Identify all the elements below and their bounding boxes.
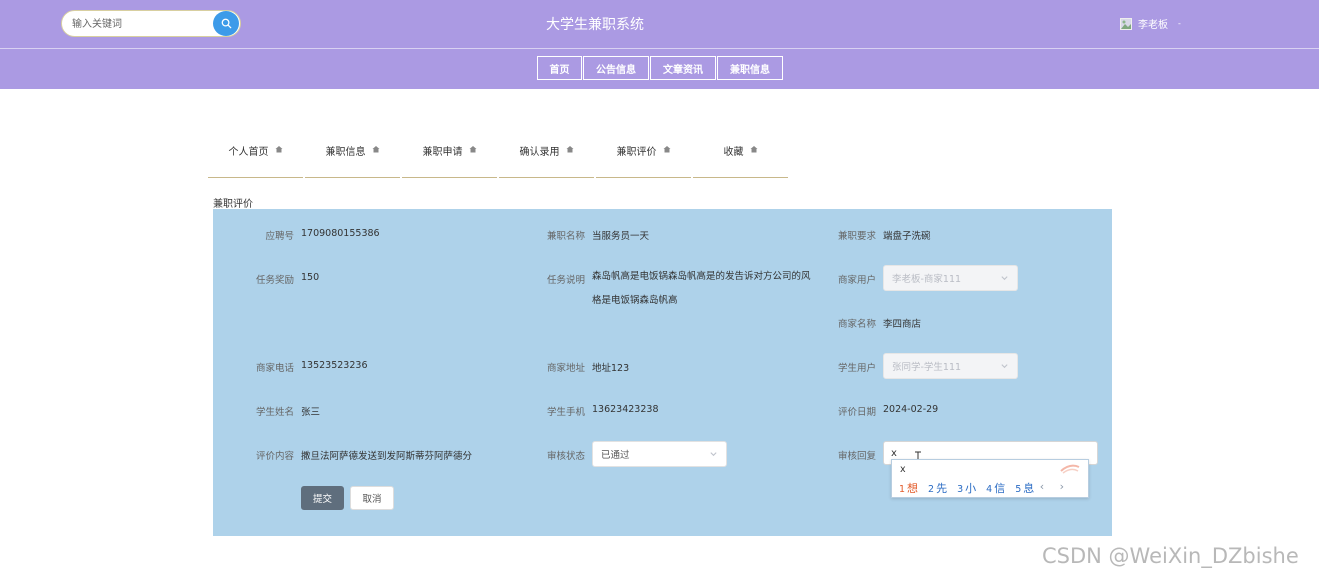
- nav-item-home[interactable]: 首页: [537, 56, 582, 80]
- section-title: 兼职评价: [213, 199, 253, 210]
- ime-candidate[interactable]: 1想: [899, 480, 918, 496]
- ime-pinyin: x: [900, 464, 906, 475]
- user-center-tabs: 个人首页 兼职信息 兼职申请 确认录用 兼职评价 收藏: [208, 140, 790, 178]
- ime-candidates: 1想 2先 3小 4信 5息: [899, 480, 1034, 496]
- home-icon: [275, 146, 282, 153]
- reward-label: 任务奖励: [255, 275, 294, 286]
- tab-label: 兼职信息: [325, 147, 366, 158]
- job-name-value: 当服务员一天: [592, 231, 650, 242]
- avatar-icon: [1120, 17, 1132, 30]
- watermark: CSDN @WeiXin_DZbishe: [1042, 544, 1299, 568]
- chevron-down-icon: [1001, 276, 1008, 281]
- merchant-addr-value: 地址123: [592, 363, 630, 374]
- tab-label: 兼职评价: [616, 147, 657, 158]
- home-icon: [566, 146, 573, 153]
- tab-label: 收藏: [723, 147, 744, 158]
- merchant-user-select[interactable]: 李老板-商家111: [883, 265, 1018, 291]
- search-box: [61, 10, 241, 37]
- review-status-label: 审核状态: [546, 451, 585, 462]
- job-req-value: 端盘子洗碗: [883, 231, 931, 242]
- chevron-down-icon: -: [1178, 19, 1181, 28]
- chevron-down-icon: [710, 452, 717, 457]
- merchant-phone-label: 商家电话: [255, 363, 294, 374]
- ime-candidate[interactable]: 2先: [928, 480, 947, 496]
- student-user-label: 学生用户: [837, 363, 876, 374]
- tab-label: 兼职申请: [422, 147, 463, 158]
- tab-job-review[interactable]: 兼职评价: [596, 140, 691, 178]
- home-icon: [372, 146, 379, 153]
- ime-logo-icon: [1060, 464, 1080, 474]
- job-req-label: 兼职要求: [837, 231, 876, 242]
- eval-content-label: 评价内容: [255, 451, 294, 462]
- review-reply-value: x: [891, 447, 897, 459]
- student-user-select[interactable]: 张同学-学生111: [883, 353, 1018, 379]
- nav-item-articles[interactable]: 文章资讯: [650, 56, 716, 80]
- ime-candidate-popup: x 1想 2先 3小 4信 5息 ‹ ›: [891, 459, 1089, 498]
- student-phone-value: 13623423238: [592, 404, 659, 415]
- eval-content-value: 撒旦法阿萨德发送到发阿斯蒂芬阿萨德分: [301, 451, 473, 462]
- merchant-user-value: 李老板-商家111: [892, 274, 962, 285]
- site-title: 大学生兼职系统: [546, 17, 644, 33]
- eval-date-value: 2024-02-29: [883, 404, 939, 415]
- review-form: 应聘号 1709080155386 兼职名称 当服务员一天 兼职要求 端盘子洗碗…: [213, 209, 1112, 536]
- ime-candidate[interactable]: 3小: [957, 480, 976, 496]
- student-phone-label: 学生手机: [546, 407, 585, 418]
- chevron-down-icon: [1001, 364, 1008, 369]
- main-nav: 首页 公告信息 文章资讯 兼职信息: [537, 56, 784, 80]
- header: 大学生兼职系统 李老板 - 首页 公告信息 文章资讯 兼职信息: [0, 0, 1319, 89]
- search-button[interactable]: [213, 11, 239, 36]
- apply-no-label: 应聘号: [265, 231, 294, 242]
- nav-item-notices[interactable]: 公告信息: [583, 56, 649, 80]
- tab-label: 个人首页: [228, 147, 269, 158]
- cancel-button[interactable]: 取消: [350, 486, 394, 510]
- ime-page-nav[interactable]: ‹ ›: [1040, 480, 1070, 493]
- student-name-label: 学生姓名: [255, 407, 294, 418]
- tab-profile[interactable]: 个人首页: [208, 140, 303, 178]
- submit-button[interactable]: 提交: [301, 486, 344, 510]
- student-name-value: 张三: [301, 407, 321, 418]
- search-input[interactable]: [72, 17, 212, 31]
- merchant-name-value: 李四商店: [883, 319, 922, 330]
- search-icon: [221, 18, 231, 29]
- review-status-select[interactable]: 已通过: [592, 441, 727, 467]
- home-icon: [750, 146, 757, 153]
- user-menu[interactable]: 李老板 -: [1120, 16, 1181, 31]
- ime-candidate[interactable]: 5息: [1015, 480, 1034, 496]
- user-name: 李老板: [1138, 20, 1168, 31]
- tab-label: 确认录用: [519, 147, 560, 158]
- task-desc-label: 任务说明: [546, 275, 585, 286]
- job-name-label: 兼职名称: [546, 231, 585, 242]
- merchant-name-label: 商家名称: [837, 319, 876, 330]
- apply-no-value: 1709080155386: [301, 228, 380, 239]
- task-desc-value: 森岛帆高是电饭锅森岛帆高是的发告诉对方公司的风格是电饭锅森岛帆高: [592, 271, 811, 306]
- review-reply-label: 审核回复: [837, 451, 876, 462]
- tab-job-info[interactable]: 兼职信息: [305, 140, 400, 178]
- merchant-addr-label: 商家地址: [546, 363, 585, 374]
- merchant-phone-value: 13523523236: [301, 360, 368, 371]
- tab-confirm-hire[interactable]: 确认录用: [499, 140, 594, 178]
- header-divider: [0, 48, 1319, 49]
- nav-item-jobs[interactable]: 兼职信息: [717, 56, 783, 80]
- tab-favorites[interactable]: 收藏: [693, 140, 788, 178]
- eval-date-label: 评价日期: [837, 407, 876, 418]
- merchant-user-label: 商家用户: [837, 275, 876, 286]
- ime-candidate[interactable]: 4信: [986, 480, 1005, 496]
- tab-job-apply[interactable]: 兼职申请: [402, 140, 497, 178]
- reward-value: 150: [301, 272, 320, 283]
- student-user-value: 张同学-学生111: [892, 362, 962, 373]
- review-status-value: 已通过: [601, 450, 630, 461]
- home-icon: [469, 146, 476, 153]
- home-icon: [663, 146, 670, 153]
